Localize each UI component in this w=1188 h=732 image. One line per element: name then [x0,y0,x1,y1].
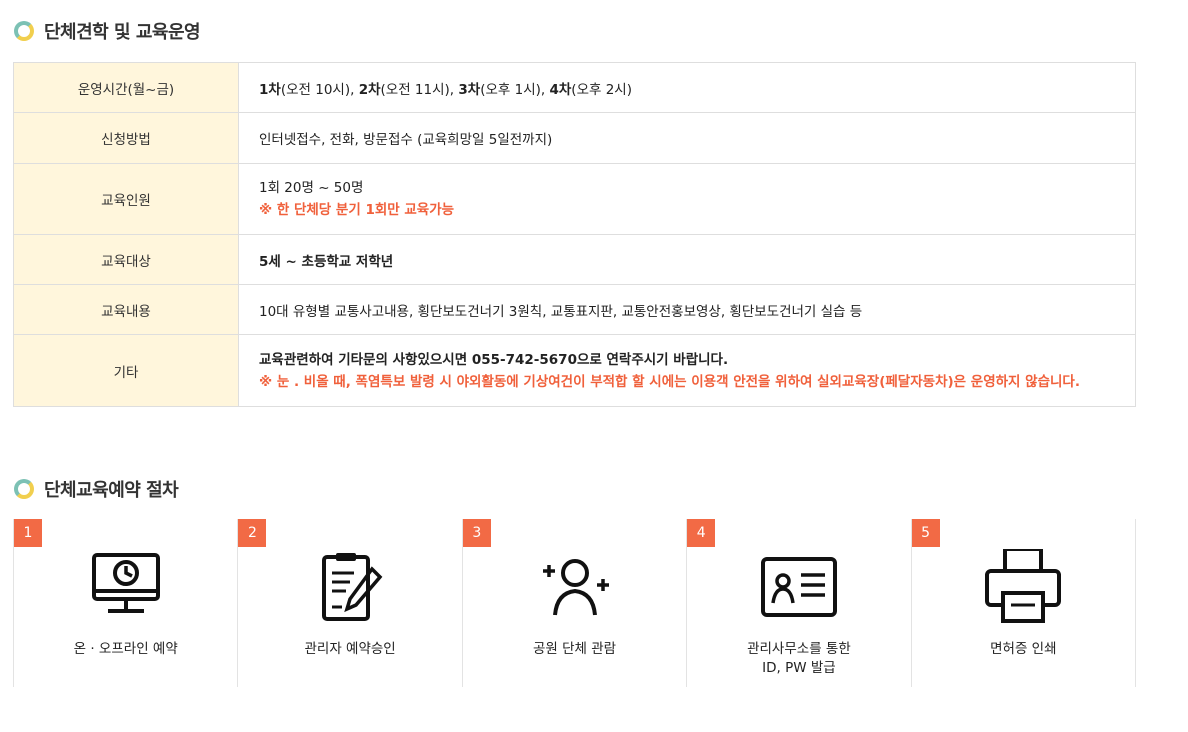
section-title-group-visit: 단체견학 및 교육운영 [14,18,201,44]
table-row: 교육인원 1회 20명 ~ 50명 ※ 한 단체당 분기 1회만 교육가능 [13,163,1136,235]
clipboard-pen-icon [322,553,383,621]
session-3-label: 3차 [458,81,481,98]
etc-label: 기타 [13,334,239,407]
step-1: 1 온 · 오프라인 예약 [13,519,237,687]
target-label: 교육대상 [13,234,239,285]
table-row: 교육대상 5세 ~ 초등학교 저학년 [13,234,1136,285]
content-value: 10대 유형별 교통사고내용, 횡단보도건너기 3원칙, 교통표지판, 교통안전… [238,284,1136,335]
table-row: 교육내용 10대 유형별 교통사고내용, 횡단보도건너기 3원칙, 교통표지판,… [13,284,1136,335]
step-label: 관리사무소를 통한 ID, PW 발급 [747,641,851,676]
id-card-icon [760,557,837,617]
monitor-clock-icon [91,553,160,613]
etc-cell: 교육관련하여 기타문의 사항있으시면 055-742-5670으로 연락주시기 … [238,334,1136,407]
group-user-icon [542,559,609,616]
etc-note: ※ 눈 . 비올 때, 폭염특보 발령 시 야외활동에 기상여건이 부적합 할 … [259,373,1080,390]
section-title-text: 단체교육예약 절차 [44,480,179,501]
step-number: 5 [911,519,940,547]
session-4-label: 4차 [549,81,572,98]
step-3: 3 공원 단체 관람 [461,519,686,687]
circle-bullet-icon [14,479,34,499]
step-number: 3 [462,519,491,547]
hours-label: 운영시간(월~금) [13,62,239,113]
step-number: 4 [687,519,716,547]
reservation-steps: 1 온 · 오프라인 예약 2 관리자 예약승인 3 공원 단체 관람 4 관리… [13,519,1137,687]
session-2-label: 2차 [358,81,381,98]
table-row: 운영시간(월~금) 1차(오전 10시), 2차(오전 11시), 3차(오후 … [13,62,1136,113]
info-table: 운영시간(월~금) 1차(오전 10시), 2차(오전 11시), 3차(오후 … [13,62,1136,407]
content-label: 교육내용 [13,284,239,335]
step-number: 2 [238,519,267,547]
step-label: 면허증 인쇄 [990,641,1057,657]
step-number: 1 [14,519,42,547]
printer-icon [985,549,1062,623]
step-label: 온 · 오프라인 예약 [73,641,178,657]
people-cell: 1회 20명 ~ 50명 ※ 한 단체당 분기 1회만 교육가능 [238,163,1136,235]
table-row: 신청방법 인터넷접수, 전화, 방문접수 (교육희망일 5일전까지) [13,112,1136,164]
session-1-label: 1차 [259,81,281,98]
session-3-time: (오후 1시), [480,81,550,98]
section-title-reservation: 단체교육예약 절차 [14,476,179,502]
etc-value: 교육관련하여 기타문의 사항있으시면 055-742-5670으로 연락주시기 … [259,351,729,368]
session-1-time: (오전 10시), [280,81,359,98]
apply-value: 인터넷접수, 전화, 방문접수 (교육희망일 5일전까지) [238,112,1136,164]
people-note: ※ 한 단체당 분기 1회만 교육가능 [259,202,455,218]
hours-value: 1차(오전 10시), 2차(오전 11시), 3차(오후 1시), 4차(오후… [238,62,1136,113]
step-2: 2 관리자 예약승인 [237,519,461,687]
step-label: 관리자 예약승인 [304,641,396,657]
people-label: 교육인원 [13,163,239,235]
session-2-time: (오전 11시), [380,81,459,98]
step-label: 공원 단체 관람 [532,641,617,657]
target-value: 5세 ~ 초등학교 저학년 [238,234,1136,285]
step-5: 5 면허증 인쇄 [910,519,1137,687]
section-title-text: 단체견학 및 교육운영 [44,22,201,43]
session-4-time: (오후 2시) [571,81,632,98]
step-4: 4 관리사무소를 통한 ID, PW 발급 [686,519,910,687]
apply-label: 신청방법 [13,112,239,164]
people-value: 1회 20명 ~ 50명 [259,180,364,196]
circle-bullet-icon [14,21,34,41]
table-row: 기타 교육관련하여 기타문의 사항있으시면 055-742-5670으로 연락주… [13,334,1136,407]
